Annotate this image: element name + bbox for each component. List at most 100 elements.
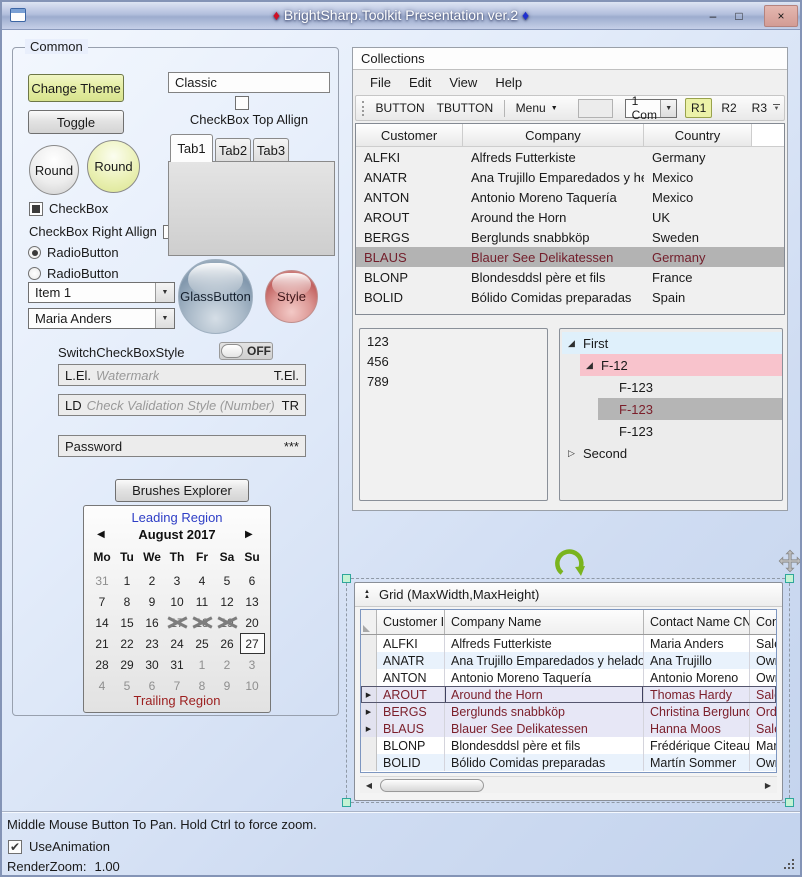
checkbox-right-align-row[interactable]: CheckBox Right Allign (29, 224, 177, 239)
toolbar-radio-button[interactable]: R1 (685, 98, 712, 118)
datagrid-row[interactable]: ▶ AROUT Around the Horn Thomas Hardy Sal… (361, 686, 776, 703)
tree-item[interactable]: ◢ F-12 (580, 354, 782, 376)
listview-row[interactable]: BERGS Berglunds snabbköp Sweden (356, 227, 784, 247)
row-header-arrow-icon[interactable]: ▶ (361, 686, 377, 703)
calendar-day[interactable]: 7 (90, 591, 115, 612)
listview-column-header[interactable]: Country (644, 124, 752, 147)
datagrid-column-header[interactable]: Cont (750, 610, 776, 634)
toggle-button[interactable]: Toggle (28, 110, 124, 134)
toolbar-button[interactable]: BUTTON (370, 98, 431, 118)
toolbar-menu-button[interactable]: Menu ▼ (510, 98, 564, 118)
tree-item[interactable]: F-123 (598, 376, 782, 398)
change-theme-button[interactable]: Change Theme (28, 74, 124, 102)
listbox-item[interactable]: 456 (360, 351, 547, 371)
calendar-day[interactable]: 2 (140, 570, 165, 591)
calendar-day[interactable]: 8 (115, 591, 140, 612)
maximize-button[interactable]: □ (728, 6, 750, 26)
calendar-day[interactable]: 20 (240, 612, 265, 633)
row-header-arrow-icon[interactable] (361, 635, 377, 652)
menu-item[interactable]: Edit (400, 72, 440, 93)
grid-expander-header[interactable]: ▲ ▲ Grid (MaxWidth,MaxHeight) (355, 583, 782, 607)
resize-handle[interactable] (785, 798, 794, 807)
round-button-gray[interactable]: Round (29, 145, 79, 195)
item-combobox[interactable]: Item 1 ▼ (28, 282, 175, 303)
tree-item[interactable]: ◢ First (562, 332, 782, 354)
row-header-arrow-icon[interactable]: ▶ (361, 703, 377, 720)
chevron-down-icon[interactable]: ▼ (660, 100, 676, 117)
calendar-day[interactable]: 13 (240, 591, 265, 612)
calendar-day[interactable]: 26 (215, 633, 240, 654)
switch-knob[interactable] (221, 344, 243, 358)
calendar-day[interactable]: 25 (190, 633, 215, 654)
minimize-button[interactable]: – (702, 6, 724, 26)
rotate-icon[interactable] (552, 545, 588, 581)
row-header-arrow-icon[interactable] (361, 737, 377, 754)
calendar-day[interactable]: 12 (215, 591, 240, 612)
datagrid-row[interactable]: BLONP Blondesddsl père et fils Frédériqu… (361, 737, 776, 754)
select-all-corner[interactable] (361, 610, 377, 634)
menu-item[interactable]: View (440, 72, 486, 93)
calendar-day[interactable]: 3 (165, 570, 190, 591)
listview-row[interactable]: BLAUS Blauer See Delikatessen Germany (356, 247, 784, 267)
tree-expander-icon[interactable]: ▷ (566, 448, 577, 459)
tree-expander-icon[interactable]: ◢ (584, 360, 595, 371)
tree-item[interactable]: F-123 (598, 398, 782, 420)
tab[interactable]: Tab3 (253, 138, 289, 162)
menu-item[interactable]: Help (486, 72, 531, 93)
checkbox-top-align[interactable] (235, 96, 249, 110)
calendar-day[interactable]: 2 (215, 654, 240, 675)
collapse-icon[interactable]: ▲ ▲ (364, 590, 370, 600)
calendar-day[interactable]: 31 (165, 654, 190, 675)
scrollbar-thumb[interactable] (380, 779, 484, 792)
toolbar-radio-button[interactable]: R3 (746, 98, 773, 118)
collections-header[interactable]: Collections (353, 48, 787, 70)
calendar-day[interactable]: 16 (140, 612, 165, 633)
datagrid-row[interactable]: ANATR Ana Trujillo Emparedados y helados… (361, 652, 776, 669)
calendar-month-label[interactable]: August 2017 (109, 527, 245, 542)
toolbar-grip-icon[interactable] (362, 101, 365, 116)
radio-button-selected[interactable] (28, 246, 41, 259)
theme-combobox[interactable]: Classic (168, 72, 330, 93)
calendar-day[interactable]: 4 (190, 570, 215, 591)
row-header-arrow-icon[interactable]: ▶ (361, 720, 377, 737)
scroll-left-icon[interactable]: ◀ (360, 781, 378, 790)
calendar-prev-icon[interactable]: ◀ (97, 529, 109, 540)
calendar-day[interactable]: 24 (165, 633, 190, 654)
calendar-day[interactable]: 9 (140, 591, 165, 612)
listview-row[interactable]: ALFKI Alfreds Futterkiste Germany (356, 147, 784, 167)
listview-column-header[interactable]: Company (463, 124, 644, 147)
resize-grip-icon[interactable] (782, 857, 794, 869)
use-animation-checkbox[interactable]: ✔ (8, 840, 22, 854)
radio-button-row-1[interactable]: RadioButton (28, 245, 119, 260)
calendar-day[interactable]: 30 (140, 654, 165, 675)
calendar-day[interactable]: 15 (115, 612, 140, 633)
calendar-day[interactable]: 1 (190, 654, 215, 675)
datagrid-column-header[interactable]: Customer ID (377, 610, 445, 634)
datagrid-row[interactable]: ANTON Antonio Moreno Taquería Antonio Mo… (361, 669, 776, 686)
calendar-day[interactable]: 21 (90, 633, 115, 654)
scroll-right-icon[interactable]: ▶ (759, 781, 777, 790)
tab[interactable]: Tab2 (215, 138, 251, 162)
radio-button-unselected[interactable] (28, 267, 41, 280)
glass-button[interactable]: GlassButton (178, 259, 253, 334)
toolbar-combobox[interactable]: 1 Com ▼ (625, 99, 677, 118)
brushes-explorer-button[interactable]: Brushes Explorer (115, 479, 249, 502)
calendar-day[interactable]: 19 (215, 612, 240, 633)
chevron-down-icon[interactable]: ▼ (155, 283, 174, 302)
toolbar-radio-button[interactable]: R2 (715, 98, 742, 118)
datagrid-row[interactable]: ▶ BLAUS Blauer See Delikatessen Hanna Mo… (361, 720, 776, 737)
validation-textbox[interactable]: LD Check Validation Style (Number) TR (58, 394, 306, 416)
checkbox[interactable] (29, 202, 43, 216)
listview-row[interactable]: BLONP Blondesddsl père et fils France (356, 267, 784, 287)
chevron-down-icon[interactable]: ▼ (155, 309, 174, 328)
calendar-day[interactable]: 23 (140, 633, 165, 654)
calendar-day[interactable]: 10 (165, 591, 190, 612)
listview-column-header[interactable] (752, 124, 784, 147)
checkbox-row[interactable]: CheckBox (29, 201, 108, 216)
row-header-arrow-icon[interactable] (361, 669, 377, 686)
listview-column-header[interactable]: Customer (356, 124, 463, 147)
resize-handle[interactable] (342, 574, 351, 583)
listview-row[interactable]: ANATR Ana Trujillo Emparedados y hela Me… (356, 167, 784, 187)
calendar-day[interactable]: 28 (90, 654, 115, 675)
calendar-day[interactable]: 11 (190, 591, 215, 612)
